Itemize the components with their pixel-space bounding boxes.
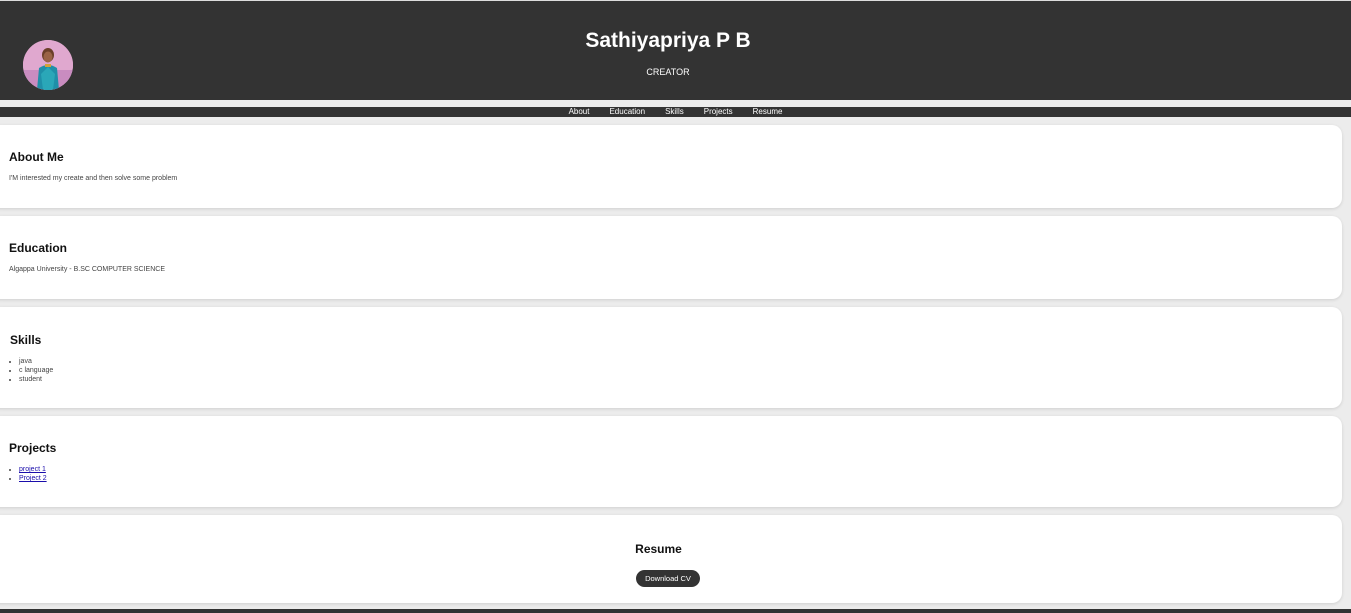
resume-section: Resume Download CV xyxy=(0,515,1342,603)
list-item: Project 2 xyxy=(19,474,47,483)
page-title: Sathiyapriya P B xyxy=(585,29,751,52)
about-text: I'M interested my create and then solve … xyxy=(9,175,178,182)
projects-section: Projects project 1 Project 2 xyxy=(0,416,1342,507)
about-section: About Me I'M interested my create and th… xyxy=(0,125,1342,208)
download-cv-button[interactable]: Download CV xyxy=(636,570,700,587)
site-header: Sathiyapriya P B CREATOR xyxy=(0,0,1351,100)
nav-link-skills[interactable]: Skills xyxy=(665,107,684,117)
skills-section: Skills java c language student xyxy=(0,307,1342,408)
projects-heading: Projects xyxy=(9,441,57,455)
nav-link-education[interactable]: Education xyxy=(609,107,645,117)
nav-bar: About Education Skills Projects Resume xyxy=(0,107,1351,117)
projects-list: project 1 Project 2 xyxy=(19,465,47,483)
education-text: Algappa University - B.SC COMPUTER SCIEN… xyxy=(9,266,165,273)
nav-link-projects[interactable]: Projects xyxy=(704,107,733,117)
skills-list: java c language student xyxy=(19,357,53,384)
footer-bar xyxy=(0,609,1351,613)
list-item: c language xyxy=(19,366,53,375)
list-item: student xyxy=(19,375,53,384)
nav-link-resume[interactable]: Resume xyxy=(753,107,783,117)
project-2-link[interactable]: Project 2 xyxy=(19,475,47,482)
skills-heading: Skills xyxy=(10,333,42,347)
education-heading: Education xyxy=(9,241,68,255)
project-1-link[interactable]: project 1 xyxy=(19,466,46,473)
list-item: project 1 xyxy=(19,465,47,474)
education-section: Education Algappa University - B.SC COMP… xyxy=(0,216,1342,299)
about-heading: About Me xyxy=(9,150,64,164)
resume-heading: Resume xyxy=(635,542,682,556)
nav-link-about[interactable]: About xyxy=(569,107,590,117)
list-item: java xyxy=(19,357,53,366)
subtitle-role: CREATOR xyxy=(646,67,690,77)
